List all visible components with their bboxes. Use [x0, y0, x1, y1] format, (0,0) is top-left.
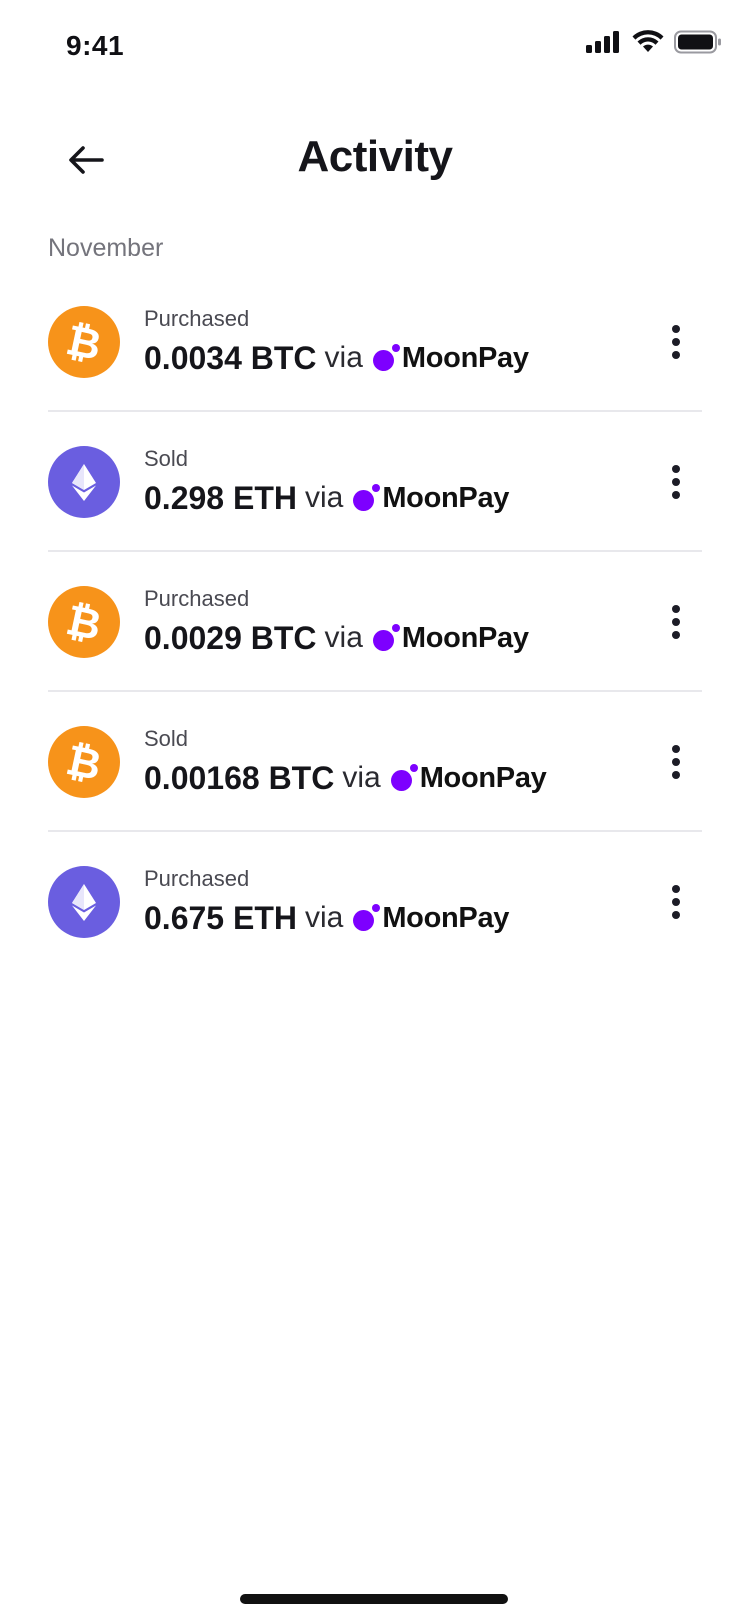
moonpay-icon — [372, 624, 400, 651]
moonpay-logo: MoonPay — [353, 482, 509, 515]
svg-text:₿: ₿ — [62, 740, 106, 784]
more-options-button[interactable] — [664, 590, 688, 654]
activity-details: Sold 0.00168 BTC via MoonPay — [144, 726, 642, 798]
svg-text:₿: ₿ — [62, 600, 106, 644]
bitcoin-icon: ₿ — [48, 306, 120, 378]
ethereum-icon — [48, 446, 120, 518]
moonpay-logo: MoonPay — [353, 902, 509, 935]
navigation-bar: Activity — [0, 120, 750, 200]
bitcoin-icon: ₿ — [48, 586, 120, 658]
activity-row[interactable]: ₿ Sold 0.00168 BTC via MoonPay — [48, 692, 702, 832]
via-label: via — [324, 621, 363, 654]
activity-details: Purchased 0.675 ETH via MoonPay — [144, 866, 642, 938]
via-label: via — [324, 341, 363, 374]
provider-name: MoonPay — [382, 901, 510, 934]
transaction-summary: 0.675 ETH via MoonPay — [144, 898, 642, 938]
status-time: 9:41 — [66, 30, 125, 61]
ethereum-icon — [48, 866, 120, 938]
provider-name: MoonPay — [419, 761, 547, 794]
provider-name: MoonPay — [401, 341, 529, 374]
via-label: via — [304, 481, 344, 514]
transaction-amount: 0.0029 BTC — [144, 619, 317, 656]
more-options-button[interactable] — [664, 870, 688, 934]
activity-row[interactable]: Purchased 0.675 ETH via MoonPay — [48, 832, 702, 972]
transaction-summary: 0.00168 BTC via MoonPay — [144, 758, 642, 798]
moonpay-logo: MoonPay — [372, 341, 529, 375]
activity-list: ₿ Purchased 0.0034 BTC via MoonPay Sold … — [48, 272, 702, 972]
via-label: via — [304, 901, 344, 934]
provider-name: MoonPay — [401, 621, 529, 654]
activity-row[interactable]: ₿ Purchased 0.0029 BTC via MoonPay — [48, 552, 702, 692]
moonpay-logo: MoonPay — [372, 621, 529, 655]
transaction-amount: 0.0034 BTC — [144, 339, 317, 376]
activity-details: Purchased 0.0034 BTC via MoonPay — [144, 306, 642, 378]
page-title: Activity — [297, 132, 453, 181]
more-options-button[interactable] — [664, 310, 688, 374]
transaction-type: Purchased — [144, 866, 250, 891]
section-header-month: November — [48, 234, 164, 262]
provider-name: MoonPay — [382, 481, 510, 514]
moonpay-logo: MoonPay — [390, 761, 547, 795]
transaction-amount: 0.00168 BTC — [144, 759, 335, 796]
svg-text:₿: ₿ — [62, 320, 106, 364]
activity-row[interactable]: Sold 0.298 ETH via MoonPay — [48, 412, 702, 552]
moonpay-icon — [372, 344, 400, 371]
battery-icon — [674, 30, 721, 54]
status-bar: 9:41 — [0, 0, 750, 94]
transaction-summary: 0.0029 BTC via MoonPay — [144, 618, 642, 658]
activity-details: Purchased 0.0029 BTC via MoonPay — [144, 586, 642, 658]
via-label: via — [342, 761, 381, 794]
transaction-type: Purchased — [144, 586, 250, 611]
activity-row[interactable]: ₿ Purchased 0.0034 BTC via MoonPay — [48, 272, 702, 412]
more-options-button[interactable] — [664, 730, 688, 794]
transaction-amount: 0.298 ETH — [144, 479, 297, 516]
status-icons — [586, 30, 722, 54]
transaction-type: Sold — [144, 726, 189, 751]
transaction-summary: 0.298 ETH via MoonPay — [144, 478, 642, 518]
home-indicator[interactable] — [240, 1594, 508, 1604]
moonpay-icon — [353, 904, 381, 931]
more-options-button[interactable] — [664, 450, 688, 514]
bitcoin-icon: ₿ — [48, 726, 120, 798]
activity-details: Sold 0.298 ETH via MoonPay — [144, 446, 642, 518]
transaction-amount: 0.675 ETH — [144, 899, 297, 936]
moonpay-icon — [390, 764, 418, 791]
moonpay-icon — [353, 484, 381, 511]
wifi-icon — [632, 30, 664, 52]
transaction-summary: 0.0034 BTC via MoonPay — [144, 338, 642, 378]
transaction-type: Purchased — [144, 306, 250, 331]
transaction-type: Sold — [144, 446, 189, 471]
cellular-signal-icon — [586, 31, 619, 53]
